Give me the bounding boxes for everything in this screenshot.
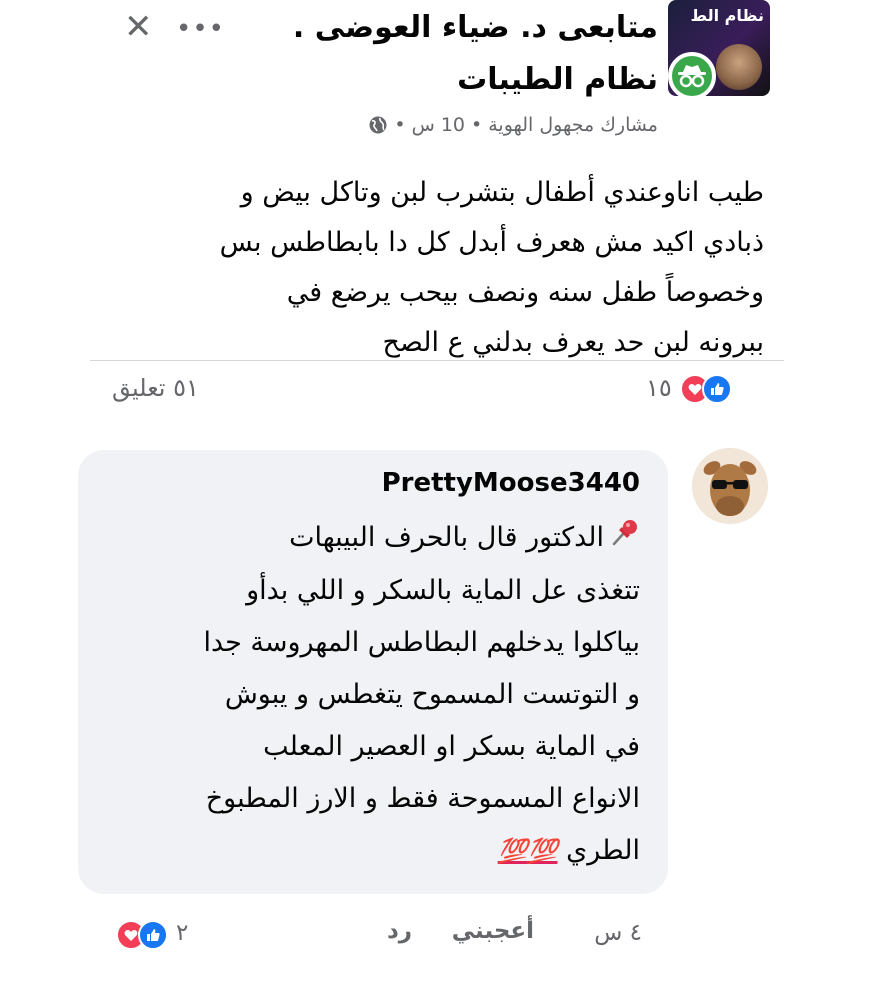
divider <box>90 360 784 361</box>
comment-line: الدكتور قال بالحرف البيبهات <box>100 512 640 565</box>
meta-separator: • <box>471 114 483 136</box>
comment-line: و التوتست المسموح يتغطس و يبوش <box>224 678 640 710</box>
group-thumbnail-text: نظام الط <box>690 6 764 25</box>
meta-separator: • <box>394 114 406 136</box>
anonymous-participant-icon <box>668 52 716 100</box>
commenter-avatar[interactable] <box>692 448 768 524</box>
post-time[interactable]: 10 س <box>412 114 465 136</box>
comment-reaction-count[interactable]: ٢ <box>176 920 188 946</box>
hundred-points-icon: 💯 <box>527 836 558 865</box>
comment-reply-button[interactable]: رد <box>387 918 412 944</box>
comment-line: في الماية بسكر او العصير المعلب <box>263 730 640 762</box>
close-icon[interactable]: ✕ <box>124 10 153 44</box>
post-reaction-count[interactable]: ١٥ <box>646 374 672 402</box>
comment-time[interactable]: ٤ س <box>594 920 642 946</box>
like-reaction-icon <box>702 374 732 404</box>
post-body-text: طيب اناوعندي أطفال بتشرب لبن وتاكل بيض و… <box>219 177 764 358</box>
post-meta: مشارك مجهول الهوية • 10 س • <box>368 114 658 136</box>
comment-line-text: الطري <box>566 834 640 866</box>
post-group-subtitle[interactable]: نظام الطيبات <box>457 62 658 97</box>
comment-body-text: الدكتور قال بالحرف البيبهات تتغذى عل الم… <box>100 512 640 877</box>
commenter-name[interactable]: PrettyMoose3440 <box>382 468 640 498</box>
comment-line-text: الدكتور قال بالحرف البيبهات <box>289 522 604 553</box>
comment-reactions[interactable] <box>116 920 168 950</box>
group-thumbnail-face <box>716 44 762 90</box>
comment-line: الطري 💯💯 <box>100 825 640 877</box>
comment-like-button[interactable]: أعجبني <box>452 918 534 944</box>
comment-line: الانواع المسموحة فقط و الارز المطبوخ <box>205 782 640 814</box>
post-group-title[interactable]: متابعى د. ضياء العوضى . <box>293 10 658 45</box>
globe-icon <box>368 115 388 135</box>
more-options-icon[interactable]: ••• <box>176 14 225 44</box>
comment-line: بياكلوا يدخلهم البطاطس المهروسة جدا <box>203 626 640 658</box>
hundred-points-icon: 💯 <box>497 836 528 865</box>
pushpin-icon <box>610 513 640 565</box>
moose-avatar-icon <box>692 448 768 524</box>
like-reaction-icon <box>138 920 168 950</box>
comment-line: تتغذى عل الماية بالسكر و اللي بدأو <box>246 574 640 606</box>
post-comment-count[interactable]: ٥١ تعليق <box>112 374 199 402</box>
post-author[interactable]: مشارك مجهول الهوية <box>488 114 658 136</box>
post-reactions[interactable] <box>680 374 732 404</box>
